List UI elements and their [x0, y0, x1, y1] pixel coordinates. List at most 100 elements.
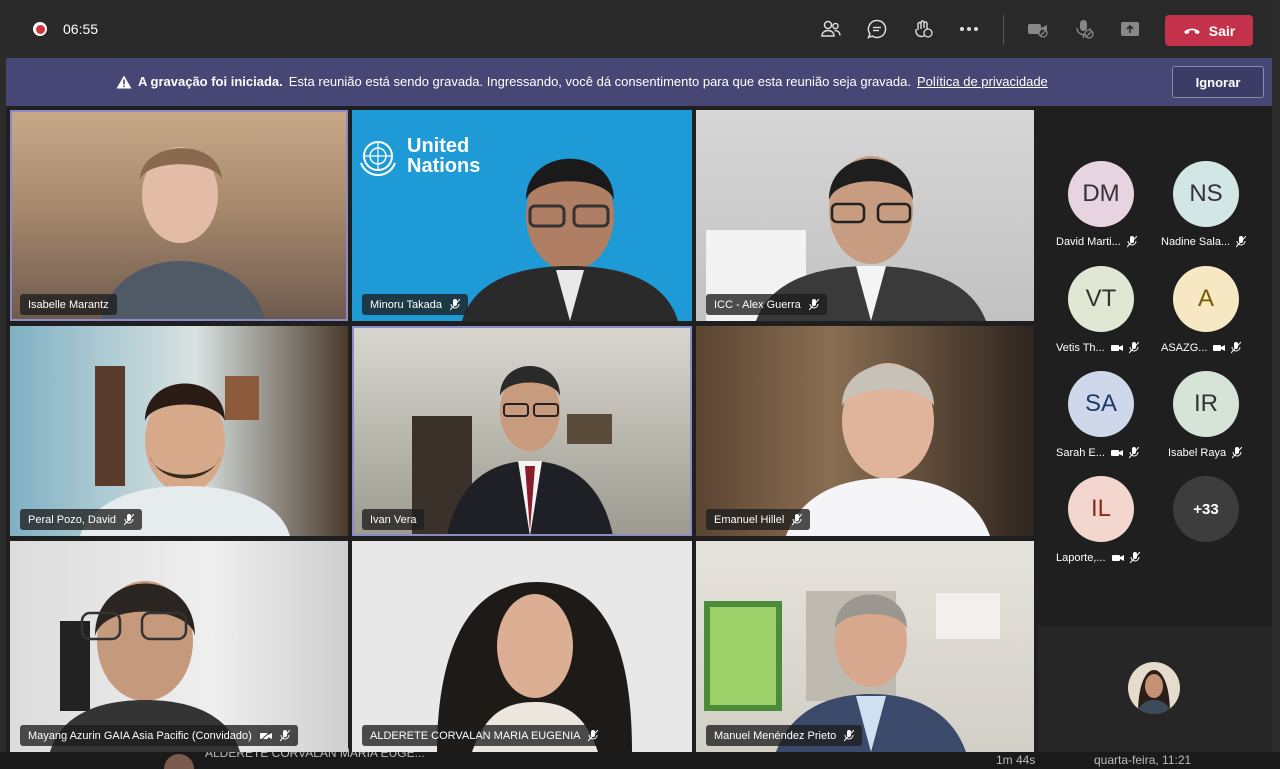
participant-name: Minoru Takada	[370, 298, 442, 311]
participant-name-tag: Isabelle Marantz	[20, 294, 117, 315]
recording-icon	[33, 22, 47, 36]
participant-label: Vetis Th...	[1056, 342, 1139, 354]
video-tile[interactable]: Mayang Azurin GAIA Asia Pacific (Convida…	[10, 541, 348, 752]
mic-muted-icon	[279, 729, 290, 741]
participant-name: ICC - Alex Guerra	[714, 298, 801, 311]
participant-name: Manuel Menéndez Prieto	[714, 729, 837, 742]
video-tile[interactable]: ALDERETE CORVALAN MARIA EUGENIA	[352, 541, 692, 752]
participant-name: Peral Pozo, David	[28, 513, 117, 526]
more-participants-count: +33	[1193, 500, 1219, 518]
mic-muted-icon	[1128, 342, 1139, 354]
participant-name-tag: Peral Pozo, David	[20, 509, 143, 530]
participant-label: Isabel Raya	[1168, 447, 1243, 459]
avatar-initials: NS	[1189, 180, 1223, 207]
hang-up-icon	[1183, 28, 1200, 34]
participant-video	[706, 156, 986, 321]
participant-video	[50, 581, 240, 752]
more-participants-button[interactable]: +33	[1173, 476, 1239, 542]
participant-label: Sarah E...	[1056, 447, 1139, 459]
participant-label: Nadine Sala...	[1161, 236, 1247, 248]
participant-avatar[interactable]: SA	[1068, 371, 1134, 437]
participants-icon[interactable]	[820, 18, 842, 40]
participant-avatar[interactable]: A	[1173, 266, 1239, 332]
participant-video	[437, 582, 632, 752]
video-tile[interactable]: Ivan Vera	[352, 326, 692, 536]
participant-name: Mayang Azurin GAIA Asia Pacific (Convida…	[28, 729, 252, 742]
participant-video	[80, 366, 290, 536]
recording-banner-text: A gravação foi iniciada. Esta reunião es…	[116, 74, 1048, 89]
camera-off-small-icon	[1213, 345, 1226, 351]
participant-name-tag: ALDERETE CORVALAN MARIA EUGENIA	[362, 725, 607, 746]
camera-off-icon[interactable]	[1027, 18, 1049, 40]
mic-muted-icon	[792, 513, 803, 525]
recording-banner: A gravação foi iniciada. Esta reunião es…	[6, 58, 1272, 106]
participant-name-tag: Mayang Azurin GAIA Asia Pacific (Convida…	[20, 725, 298, 746]
video-tile[interactable]: ICC - Alex Guerra	[696, 110, 1034, 321]
video-tile[interactable]: Peral Pozo, David	[10, 326, 348, 536]
participant-label: ASAZG...	[1161, 342, 1242, 354]
share-screen-icon[interactable]	[1119, 18, 1141, 40]
participant-avatar[interactable]: DM	[1068, 161, 1134, 227]
participant-avatar[interactable]: IL	[1068, 476, 1134, 542]
participant-name-tag: Minoru Takada	[362, 294, 468, 315]
toolbar-divider	[1003, 15, 1004, 45]
video-tile[interactable]: Emanuel Hillel	[696, 326, 1034, 536]
background-chat-row: ALDERETE CORVALAN MARIA EUGE... 1m 44s q…	[0, 746, 1280, 769]
participant-name: Isabelle Marantz	[28, 298, 109, 311]
camera-off-small-icon	[1111, 555, 1124, 561]
participant-avatar[interactable]: IR	[1173, 371, 1239, 437]
participant-video	[786, 363, 990, 536]
participant-name: Ivan Vera	[370, 513, 417, 526]
avatar-initials: VT	[1085, 285, 1117, 312]
video-tile[interactable]: United Nations Minoru Takada	[352, 110, 692, 321]
camera-off-small-icon	[1110, 345, 1123, 351]
reactions-icon[interactable]	[912, 18, 934, 40]
microphone-off-icon[interactable]	[1073, 18, 1095, 40]
leave-button[interactable]: Sair	[1165, 15, 1253, 46]
chat-icon[interactable]	[866, 18, 888, 40]
participant-avatar[interactable]: VT	[1068, 266, 1134, 332]
participant-name: Laporte,...	[1056, 552, 1106, 564]
participant-avatar[interactable]: NS	[1173, 161, 1239, 227]
self-preview	[1038, 626, 1272, 752]
warning-icon	[116, 75, 132, 88]
avatar-initials: DM	[1082, 180, 1120, 207]
more-options-icon[interactable]	[958, 18, 980, 40]
participant-name: ALDERETE CORVALAN MARIA EUGENIA	[370, 729, 581, 742]
participant-name: Nadine Sala...	[1161, 236, 1231, 248]
ignore-button[interactable]: Ignorar	[1172, 66, 1264, 98]
video-tile[interactable]: Manuel Menéndez Prieto	[696, 541, 1034, 752]
background-chat-duration: 1m 44s	[996, 753, 1036, 767]
mic-muted-icon	[1231, 342, 1242, 354]
background-avatar	[164, 754, 194, 769]
participant-video	[100, 147, 265, 321]
camera-off-small-icon	[259, 730, 272, 741]
participant-name: Vetis Th...	[1056, 342, 1105, 354]
mic-muted-icon	[1236, 236, 1247, 248]
participant-name: Sarah E...	[1056, 447, 1105, 459]
privacy-policy-link[interactable]: Política de privacidade	[917, 74, 1048, 89]
mic-muted-icon	[1232, 447, 1243, 459]
participant-label: David Marti...	[1056, 236, 1137, 248]
mic-muted-icon	[808, 298, 819, 310]
meeting-toolbar: 06:55 Sair	[6, 0, 1272, 58]
participant-video	[412, 366, 613, 536]
mic-muted-icon	[588, 729, 599, 741]
avatar-initials: IR	[1194, 390, 1218, 417]
mic-muted-icon	[1129, 552, 1140, 564]
avatar-initials: SA	[1084, 390, 1117, 417]
participant-name-tag: ICC - Alex Guerra	[706, 294, 827, 315]
participant-name: Isabel Raya	[1168, 447, 1227, 459]
video-tile[interactable]: Isabelle Marantz	[10, 110, 348, 321]
avatar-initials: A	[1197, 285, 1214, 312]
recording-banner-message: Esta reunião está sendo gravada. Ingress…	[288, 74, 911, 89]
participant-name: David Marti...	[1056, 236, 1121, 248]
leave-label: Sair	[1208, 22, 1236, 39]
mic-muted-icon	[844, 729, 855, 741]
participant-name: ASAZG...	[1161, 342, 1208, 354]
participant-name: Emanuel Hillel	[714, 513, 785, 526]
participant-video	[704, 591, 1000, 752]
mic-muted-icon	[124, 513, 135, 525]
recording-banner-title: A gravação foi iniciada.	[138, 74, 283, 89]
self-avatar[interactable]	[1128, 662, 1180, 714]
